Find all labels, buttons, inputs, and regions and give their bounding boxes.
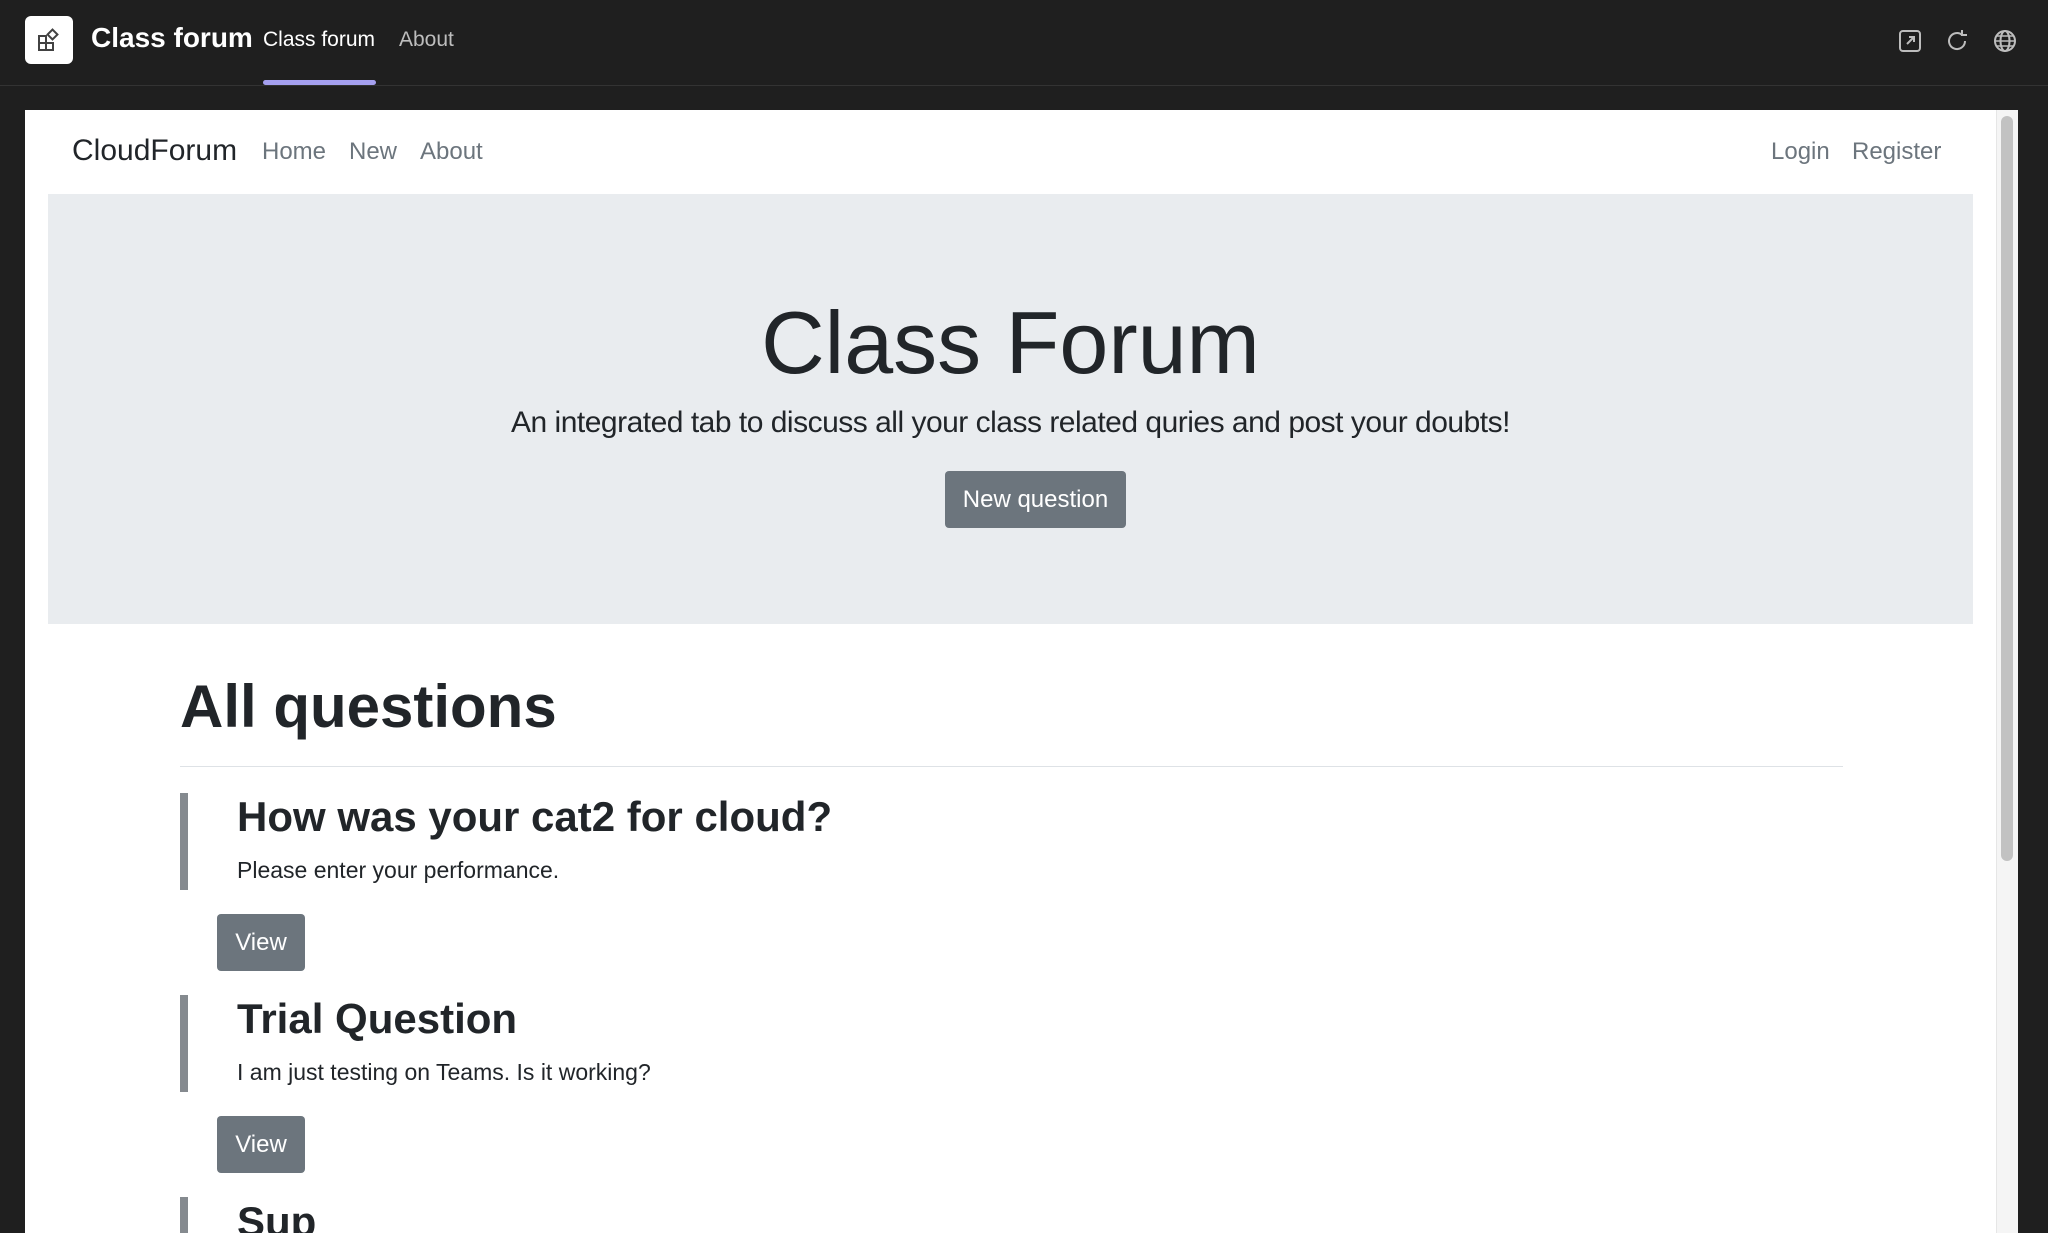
section-title: All questions (180, 673, 557, 740)
nav-new[interactable]: New (349, 138, 397, 166)
question-title: Trial Question (237, 995, 518, 1042)
globe-icon[interactable] (1991, 27, 2019, 55)
refresh-icon[interactable] (1943, 27, 1971, 55)
nav-home[interactable]: Home (262, 138, 326, 166)
site-brand[interactable]: CloudForum (72, 134, 237, 168)
question-body: Please enter your performance. (237, 857, 560, 883)
question-accent-bar (180, 995, 188, 1092)
question-accent-bar (180, 1197, 188, 1233)
hero-lead: An integrated tab to discuss all your cl… (511, 406, 1510, 439)
nav-about[interactable]: About (420, 138, 483, 166)
apps-icon (38, 28, 59, 51)
new-question-button[interactable]: New question (945, 471, 1126, 528)
view-button[interactable]: View (217, 914, 305, 971)
popout-icon[interactable] (1896, 27, 1924, 55)
hero-title: Class Forum (761, 293, 1260, 392)
view-button[interactable]: View (217, 1116, 305, 1173)
site-navbar: CloudForum Home New About Login Register (25, 110, 1996, 194)
divider (180, 766, 1843, 767)
hero-banner: Class Forum An integrated tab to discuss… (48, 194, 1973, 624)
tab-about[interactable]: About (399, 28, 454, 52)
scrollbar-thumb[interactable] (2001, 116, 2013, 861)
tab-content-frame: CloudForum Home New About Login Register… (25, 110, 2018, 1233)
tab-class-forum[interactable]: Class forum (263, 28, 375, 52)
active-tab-indicator (263, 80, 376, 85)
app-title: Class forum (91, 22, 253, 53)
question-title: How was your cat2 for cloud? (237, 793, 833, 840)
question-title: Sup (237, 1198, 317, 1233)
app-icon[interactable] (25, 16, 73, 64)
teams-header: Class forum Class forum About (0, 0, 2048, 86)
question-body: I am just testing on Teams. Is it workin… (237, 1059, 651, 1085)
scrollbar[interactable] (1996, 110, 2018, 1233)
nav-login[interactable]: Login (1771, 138, 1830, 166)
question-accent-bar (180, 793, 188, 890)
nav-register[interactable]: Register (1852, 138, 1941, 166)
